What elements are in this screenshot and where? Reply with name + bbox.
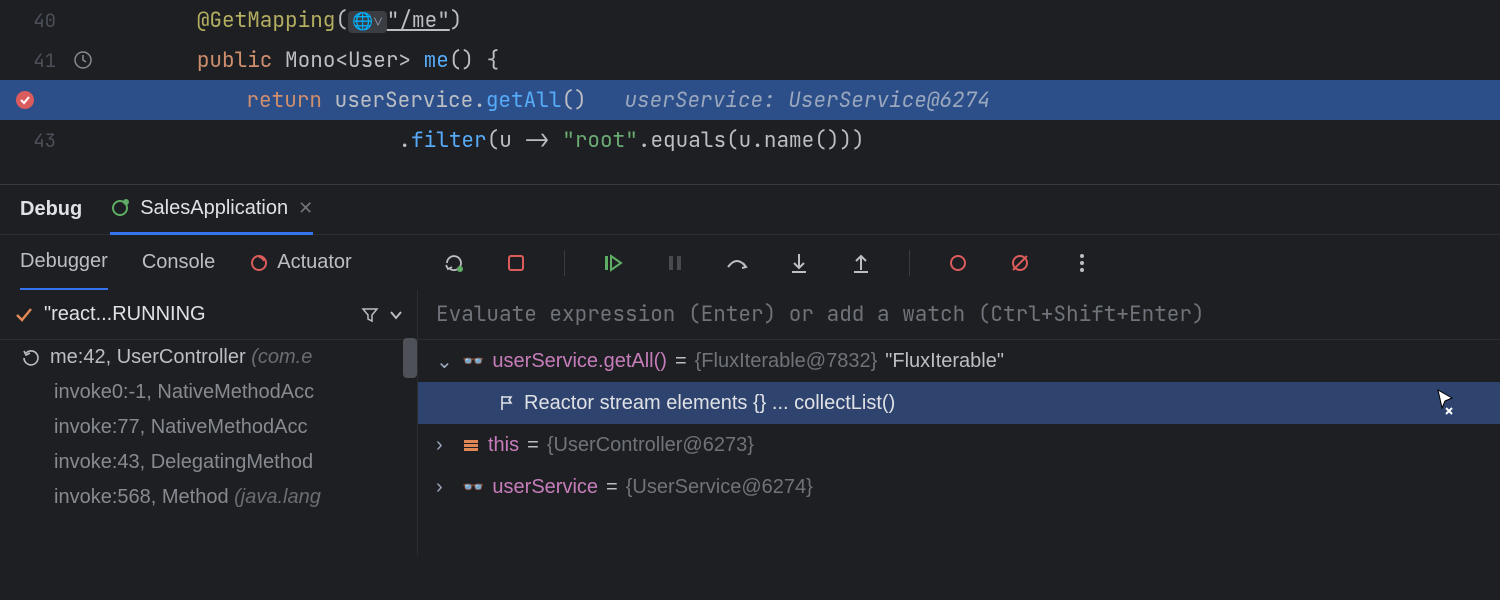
stack-frame[interactable]: invoke:77, NativeMethodAcc [0, 410, 417, 445]
chevron-right-icon[interactable]: › [436, 434, 454, 457]
watch-icon: 👓 [462, 477, 484, 498]
thread-selector[interactable]: "react...RUNNING [0, 290, 417, 340]
stack-frame[interactable]: invoke:568, Method (java.lang [0, 480, 417, 515]
line-number: 40 [0, 8, 70, 33]
variable-row[interactable]: › this = {UserController@6273} [418, 424, 1500, 466]
scrollbar-thumb[interactable] [403, 338, 417, 378]
equals: = [606, 476, 618, 499]
stack-frame[interactable]: invoke:43, DelegatingMethod [0, 445, 417, 480]
code-line-breakpoint[interactable]: return userService.getAll() userService:… [0, 80, 1500, 120]
resume-button[interactable] [599, 249, 627, 277]
variable-name: userService [492, 476, 598, 499]
divider [564, 250, 565, 276]
tab-label: Actuator [277, 251, 351, 274]
recursive-call-icon[interactable] [70, 51, 96, 69]
variable-row[interactable]: Reactor stream elements {} ... collectLi… [418, 382, 1500, 424]
stop-button[interactable] [502, 249, 530, 277]
step-into-button[interactable] [785, 249, 813, 277]
chevron-down-icon[interactable] [389, 308, 403, 322]
view-breakpoints-button[interactable] [944, 249, 972, 277]
variables-panel: Evaluate expression (Enter) or add a wat… [418, 290, 1500, 556]
check-icon [14, 305, 34, 325]
code-line[interactable]: 40 @GetMapping(🌐˅"/me") [0, 0, 1500, 40]
frames-list: me:42, UserController (com.e invoke0:-1,… [0, 340, 417, 515]
pause-button[interactable] [661, 249, 689, 277]
line-number: 41 [0, 48, 70, 73]
breakpoint-icon[interactable] [12, 89, 38, 111]
line-number: 43 [0, 128, 70, 153]
variable-value: {UserController@6273} [547, 434, 754, 457]
console-tab[interactable]: Console [142, 235, 215, 291]
variable-name: this [488, 434, 519, 457]
divider [909, 250, 910, 276]
chevron-down-icon[interactable]: ⌄ [436, 349, 454, 374]
tab-label: SalesApplication [140, 197, 288, 220]
code-line[interactable]: 41 public Mono<User> me() { [0, 40, 1500, 80]
field-icon [462, 436, 480, 454]
actuator-tab[interactable]: Actuator [249, 235, 351, 291]
tab-label: Debug [20, 198, 82, 221]
rerun-button[interactable] [440, 249, 468, 277]
equals: = [527, 434, 539, 457]
watch-icon: 👓 [462, 351, 484, 372]
step-over-button[interactable] [723, 249, 751, 277]
tab-label: Console [142, 251, 215, 274]
flag-icon [498, 394, 516, 412]
debugger-tab[interactable]: Debugger [20, 235, 108, 291]
cursor-icon [1428, 386, 1462, 420]
close-icon[interactable]: ✕ [298, 198, 313, 219]
filter-icon[interactable] [361, 306, 379, 324]
code-editor: 40 @GetMapping(🌐˅"/me") 41 public Mono<U… [0, 0, 1500, 184]
placeholder-text: Evaluate expression (Enter) or add a wat… [436, 301, 1205, 328]
step-out-button[interactable] [847, 249, 875, 277]
run-config-tab[interactable]: SalesApplication ✕ [110, 185, 313, 235]
code-text: return userService.getAll() userService:… [70, 87, 990, 114]
more-button[interactable] [1068, 249, 1096, 277]
frame-label: invoke:568, Method [54, 486, 234, 508]
equals: = [675, 350, 687, 373]
variable-value: {UserService@6274} [626, 476, 813, 499]
run-icon [110, 198, 130, 218]
chevron-right-icon[interactable]: › [436, 476, 454, 499]
frames-panel: "react...RUNNING me:42, UserController (… [0, 290, 418, 556]
variable-text: Reactor stream elements {} ... collectLi… [524, 392, 895, 415]
debug-tab[interactable]: Debug [20, 185, 82, 235]
stack-frame[interactable]: me:42, UserController (com.e [0, 340, 417, 375]
thread-status: "react...RUNNING [44, 303, 206, 326]
variable-row[interactable]: › 👓 userService = {UserService@6274} [418, 466, 1500, 508]
debugger-toolbar: Debugger Console Actuator [0, 234, 1500, 290]
variable-row[interactable]: ⌄ 👓 userService.getAll() = {FluxIterable… [418, 340, 1500, 382]
mute-breakpoints-button[interactable] [1006, 249, 1034, 277]
tab-label: Debugger [20, 250, 108, 273]
code-text: .filter(u -> "root".equals(u.name())) [96, 127, 865, 154]
drop-frame-icon[interactable] [22, 349, 40, 367]
debug-panel: "react...RUNNING me:42, UserController (… [0, 290, 1500, 556]
stack-frame[interactable]: invoke0:-1, NativeMethodAcc [0, 375, 417, 410]
evaluate-input[interactable]: Evaluate expression (Enter) or add a wat… [418, 290, 1500, 340]
code-line[interactable]: 43 .filter(u -> "root".equals(u.name())) [0, 120, 1500, 160]
frame-label: me:42, UserController [50, 346, 251, 368]
code-text: @GetMapping(🌐˅"/me") [96, 7, 462, 34]
variable-string: "FluxIterable" [885, 350, 1004, 373]
code-text: public Mono<User> me() { [96, 47, 499, 74]
variable-value: {FluxIterable@7832} [695, 350, 878, 373]
frame-label: invoke:43, DelegatingMethod [54, 451, 313, 473]
frame-label: invoke0:-1, NativeMethodAcc [54, 381, 314, 403]
frame-label: invoke:77, NativeMethodAcc [54, 416, 307, 438]
tool-window-tabs: Debug SalesApplication ✕ [0, 184, 1500, 234]
variable-name: userService.getAll() [492, 350, 667, 373]
actuator-icon [249, 253, 269, 273]
